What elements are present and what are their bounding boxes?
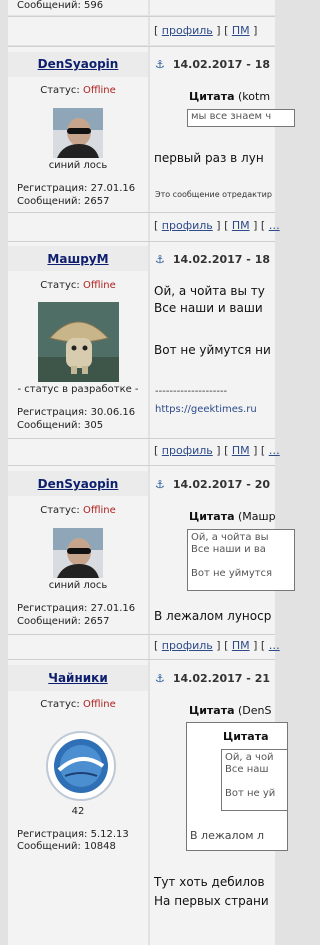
post-body-line: На первых страни — [154, 894, 269, 908]
zenit-logo-icon — [45, 730, 117, 802]
avatar-caption: - статус в разработке - — [17, 384, 139, 395]
pm-link[interactable]: ПМ — [232, 444, 250, 457]
status-line: Статус: Offline — [40, 505, 116, 516]
post-author[interactable]: DenSyaopin — [8, 477, 148, 491]
message-count: Сообщений: 2657 — [17, 196, 110, 207]
prev-post-links[interactable]: [ профиль ] [ ПМ ] — [154, 24, 257, 37]
post-author[interactable]: DenSyaopin — [8, 57, 148, 71]
post-links[interactable]: [ профиль ] [ ПМ ] [ … — [154, 444, 280, 457]
post-author[interactable]: МашруМ — [8, 252, 148, 266]
post-links[interactable]: [ профиль ] [ ПМ ] [ … — [154, 219, 280, 232]
anchor-icon: ⚓ — [155, 478, 165, 491]
post-body-line: Ой, а чойта вы ту — [154, 284, 265, 298]
avatar-caption: синий лось — [48, 580, 108, 591]
profile-link[interactable]: профиль — [162, 444, 213, 457]
anchor-icon: ⚓ — [155, 253, 165, 266]
signature-separator: -------------------- — [155, 386, 228, 397]
quote-header: Цитата (kotm — [189, 90, 271, 103]
post-author[interactable]: Чайники — [8, 671, 148, 685]
pm-link[interactable]: ПМ — [232, 24, 250, 37]
registration-date: Регистрация: 27.01.16 — [17, 603, 136, 614]
edited-note: Это сообщение отредактир — [155, 190, 272, 199]
post-body-line: Вот не уймутся ни — [154, 343, 271, 357]
message-count: Сообщений: 305 — [17, 420, 104, 431]
quote-box: Ой, а чойта вы Все наши и ва Вот не уйму… — [187, 529, 295, 591]
message-count: Сообщений: 10848 — [17, 841, 116, 852]
status-line: Статус: Offline — [40, 85, 116, 96]
status-line: Статус: Offline — [40, 699, 116, 710]
post-date: ⚓ 14.02.2017 - 18 — [155, 58, 270, 71]
quote-body: В лежалом л — [190, 829, 265, 842]
quote-header: Цитата (DenS — [189, 704, 272, 717]
profile-link[interactable]: профиль — [162, 639, 213, 652]
pm-link[interactable]: ПМ — [232, 219, 250, 232]
pm-link[interactable]: ПМ — [232, 639, 250, 652]
nested-quote-box: Ой, а чой Все наш Вот не уй — [221, 749, 287, 811]
post-body: В лежалом луноср — [154, 609, 272, 623]
profile-link[interactable]: профиль — [162, 219, 213, 232]
registration-date: Регистрация: 27.01.16 — [17, 183, 136, 194]
registration-date: Регистрация: 30.06.16 — [17, 407, 136, 418]
avatar — [53, 528, 103, 578]
anchor-icon: ⚓ — [155, 58, 165, 71]
quote-box: мы все знаем ч — [187, 109, 295, 127]
post-body: первый раз в лун — [154, 151, 264, 165]
nested-quote-header: Цитата — [223, 730, 269, 743]
avatar — [53, 108, 103, 158]
profile-link[interactable]: профиль — [162, 24, 213, 37]
anchor-icon: ⚓ — [155, 672, 165, 685]
post-date: ⚓ 14.02.2017 - 20 — [155, 478, 270, 491]
avatar-caption: 42 — [71, 806, 85, 817]
quote-header: Цитата (Машр — [189, 510, 276, 523]
avatar-caption: синий лось — [48, 160, 108, 171]
message-count: Сообщений: 2657 — [17, 616, 110, 627]
post-links[interactable]: [ профиль ] [ ПМ ] [ … — [154, 639, 280, 652]
post-body-line: Тут хоть дебилов — [154, 875, 265, 889]
registration-date: Регистрация: 5.12.13 — [17, 829, 129, 840]
status-line: Статус: Offline — [40, 280, 116, 291]
avatar-mushroom-icon — [38, 302, 119, 382]
signature-link[interactable]: https://geektimes.ru — [155, 404, 257, 415]
prev-post-messages: Сообщений: 596 — [17, 0, 104, 11]
post-date: ⚓ 14.02.2017 - 18 — [155, 253, 270, 266]
post-date: ⚓ 14.02.2017 - 21 — [155, 672, 270, 685]
quote-box: Цитата Ой, а чой Все наш Вот не уй В леж… — [186, 722, 288, 851]
post-body-line: Все наши и ваши — [154, 301, 263, 315]
